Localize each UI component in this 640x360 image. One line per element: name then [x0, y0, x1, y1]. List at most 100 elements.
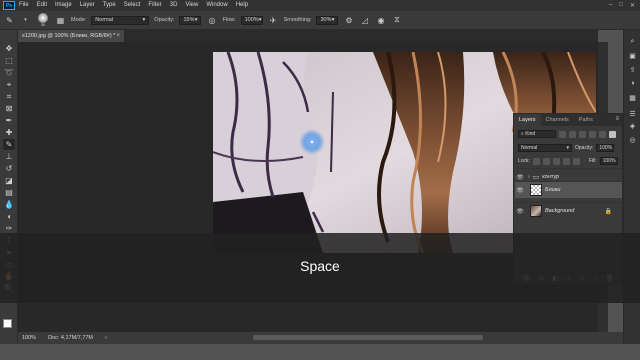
kind-filter-select[interactable]: ⌕ Kind [518, 130, 556, 138]
gradient-tool-icon[interactable]: ▤ [3, 187, 15, 198]
close-icon[interactable]: × [116, 30, 120, 42]
layer-opacity-field[interactable]: 100% [596, 144, 615, 152]
channels-panel-icon[interactable]: ◎ [627, 134, 638, 145]
search-icon[interactable]: ⌕ [627, 36, 638, 47]
opacity-label: Opacity: [154, 17, 175, 23]
close-window-button[interactable]: ✕ [630, 2, 635, 9]
document-size-info[interactable]: Doc: 4,17M/7,77M [48, 335, 93, 341]
blend-opacity-row: Normal ▾ Opacity: 100% [518, 144, 615, 152]
mode-label: Mode: [71, 17, 87, 23]
menu-help[interactable]: Help [232, 0, 252, 11]
opacity-value: 15% [183, 16, 195, 23]
chevron-right-icon[interactable]: › [105, 335, 107, 341]
filter-adjustment-icon[interactable] [569, 130, 576, 138]
zoom-level[interactable]: 100% [22, 335, 36, 341]
move-tool-icon[interactable]: ✥ [3, 43, 15, 54]
share-icon[interactable]: ⇪ [627, 64, 638, 75]
lasso-tool-icon[interactable]: ➰ [3, 67, 15, 78]
libraries-panel-icon[interactable]: ☰ [627, 108, 638, 119]
lock-artboard-icon[interactable] [562, 157, 570, 165]
tab-paths[interactable]: Paths [574, 114, 598, 126]
chevron-down-icon: ▾ [566, 145, 569, 151]
visibility-eye-icon[interactable]: 👁 [515, 208, 525, 215]
marquee-tool-icon[interactable]: ⬚ [3, 55, 15, 66]
minimize-button[interactable]: – [609, 2, 612, 9]
menu-type[interactable]: Type [99, 0, 120, 11]
layer-row-bliki[interactable]: 👁 Блики [515, 181, 622, 198]
document-tab[interactable]: s1200.jpg @ 100% (Блики, RGB/8#) * × [18, 30, 124, 42]
menu-window[interactable]: Window [202, 0, 231, 11]
filter-pixel-icon[interactable] [559, 130, 566, 138]
eraser-tool-icon[interactable]: ◪ [3, 175, 15, 186]
crop-tool-icon[interactable]: ⌗ [3, 91, 15, 102]
gear-icon[interactable]: ⚙ [343, 15, 354, 26]
chevron-down-icon[interactable]: ▾ [20, 15, 31, 26]
eyedropper-tool-icon[interactable]: ✒ [3, 115, 15, 126]
filter-toggle-icon[interactable] [609, 130, 616, 138]
layer-opacity-label: Opacity: [575, 145, 594, 151]
menu-bar: Ps File Edit Image Layer Type Select Fil… [0, 0, 640, 11]
symmetry-icon[interactable]: ⧖ [391, 15, 402, 26]
blend-mode-select[interactable]: Normal ▾ [518, 144, 572, 152]
lock-transparent-icon[interactable] [532, 157, 540, 165]
flow-field[interactable]: 100% ▾ [240, 15, 263, 25]
chevron-down-icon: ▾ [258, 16, 262, 23]
smoothing-label: Smoothing: [283, 17, 312, 23]
menu-filter[interactable]: Filter [144, 0, 165, 11]
fill-field[interactable]: 100% [599, 157, 618, 165]
flow-value: 100% [244, 16, 259, 23]
layers-panel-icon[interactable]: ◈ [627, 120, 638, 131]
visibility-eye-icon[interactable]: 👁 [515, 187, 525, 194]
angle-icon[interactable]: ◿ [359, 15, 370, 26]
horizontal-scrollbar[interactable] [253, 335, 483, 340]
foreground-color-swatch[interactable] [3, 319, 12, 328]
chevron-down-icon: ▾ [194, 16, 198, 23]
healing-tool-icon[interactable]: ✚ [3, 127, 15, 138]
visibility-eye-icon[interactable]: 👁 [515, 174, 525, 181]
menu-view[interactable]: View [181, 0, 202, 11]
photoshop-logo[interactable]: Ps [3, 1, 15, 10]
lock-pixels-icon[interactable] [542, 157, 550, 165]
lock-position-icon[interactable] [552, 157, 560, 165]
filter-shape-icon[interactable] [589, 130, 596, 138]
filter-type-icon[interactable] [579, 130, 586, 138]
mode-select[interactable]: Normal ▾ [91, 15, 150, 25]
smoothing-field[interactable]: 30% ▾ [316, 15, 339, 25]
keystroke-caption: Space [300, 258, 340, 274]
lock-fill-row: Lock: Fill: 100% [518, 157, 618, 165]
menu-edit[interactable]: Edit [33, 0, 51, 11]
pressure-size-icon[interactable]: ◉ [375, 15, 386, 26]
menu-file[interactable]: File [15, 0, 33, 11]
airbrush-icon[interactable]: ✈ [268, 15, 279, 26]
layer-row-background[interactable]: 👁 Background 🔒 [515, 202, 622, 219]
status-bar: 100% Doc: 4,17M/7,77M › [18, 332, 623, 344]
workspace-icon[interactable]: ▣ [627, 50, 638, 61]
chevron-down-icon: ▾ [331, 16, 335, 23]
lock-all-icon[interactable] [572, 157, 580, 165]
swatches-panel-icon[interactable]: ▦ [627, 92, 638, 103]
opacity-field[interactable]: 15% ▾ [179, 15, 202, 25]
history-brush-tool-icon[interactable]: ↺ [3, 163, 15, 174]
menu-layer[interactable]: Layer [76, 0, 99, 11]
brush-tool-icon[interactable]: ✎ [4, 15, 15, 26]
pressure-opacity-icon[interactable]: ◎ [206, 15, 217, 26]
quick-select-tool-icon[interactable]: ⌖ [3, 79, 15, 90]
frame-tool-icon[interactable]: ⊠ [3, 103, 15, 114]
tab-layers[interactable]: Layers [514, 114, 541, 126]
panel-menu-icon[interactable]: ≡ [615, 116, 619, 122]
brush-preset-picker[interactable]: 30 [36, 13, 50, 27]
menu-select[interactable]: Select [120, 0, 145, 11]
menu-3d[interactable]: 3D [166, 0, 182, 11]
maximize-button[interactable]: □ [619, 2, 623, 9]
menu-image[interactable]: Image [51, 0, 76, 11]
chevron-right-icon[interactable]: › [528, 174, 530, 180]
brush-tool-icon[interactable]: ✎ [3, 139, 15, 150]
brush-settings-icon[interactable]: ▦ [55, 15, 66, 26]
stamp-tool-icon[interactable]: ⊥ [3, 151, 15, 162]
layer-thumbnail [530, 184, 542, 196]
color-panel-icon[interactable]: ◑ [627, 78, 638, 89]
filter-smart-object-icon[interactable] [599, 130, 606, 138]
dodge-tool-icon[interactable]: ◖ [3, 211, 15, 222]
tab-channels[interactable]: Channels [541, 114, 574, 126]
blur-tool-icon[interactable]: 💧 [3, 199, 15, 210]
